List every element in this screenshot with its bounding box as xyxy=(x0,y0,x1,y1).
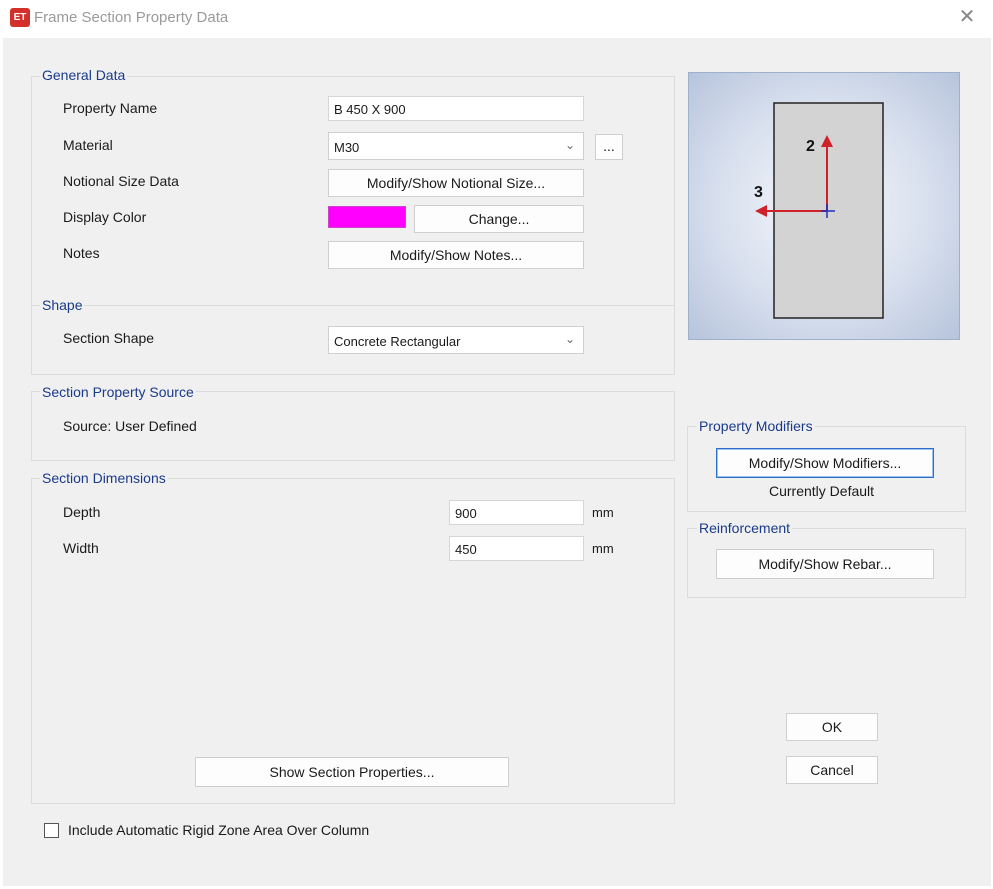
section-dimensions-group xyxy=(31,478,675,804)
width-unit: mm xyxy=(592,541,614,556)
reinforcement-legend: Reinforcement xyxy=(697,520,793,536)
ok-button[interactable]: OK xyxy=(786,713,878,741)
notional-size-label: Notional Size Data xyxy=(63,173,179,189)
depth-unit: mm xyxy=(592,505,614,520)
etabs-app-icon: ET xyxy=(10,8,30,27)
section-shape-value: Concrete Rectangular xyxy=(334,334,461,349)
width-input[interactable]: 450 xyxy=(449,536,584,561)
section-shape-label: Section Shape xyxy=(63,330,155,346)
modify-rebar-button[interactable]: Modify/Show Rebar... xyxy=(716,549,934,579)
material-more-button[interactable]: ... xyxy=(595,134,623,160)
axis-2-label: 2 xyxy=(806,138,815,155)
notes-button[interactable]: Modify/Show Notes... xyxy=(328,241,584,269)
width-label: Width xyxy=(63,540,99,556)
material-select[interactable]: M30 ⌄ xyxy=(328,132,584,160)
axis-3-arrowhead xyxy=(755,205,767,217)
chevron-down-icon: ⌄ xyxy=(564,332,575,346)
section-dimensions-legend: Section Dimensions xyxy=(40,470,168,486)
material-select-value: M30 xyxy=(334,140,360,155)
section-preview-drawing: 2 3 xyxy=(754,102,884,319)
property-name-input[interactable]: B 450 X 900 xyxy=(328,96,584,121)
dialog-body: General Data Property Name B 450 X 900 M… xyxy=(3,38,991,886)
display-color-label: Display Color xyxy=(63,209,147,225)
title-bar: ET Frame Section Property Data ✕ xyxy=(0,0,993,38)
material-label: Material xyxy=(63,137,113,153)
section-property-source-legend: Section Property Source xyxy=(40,384,196,400)
notes-label: Notes xyxy=(63,245,100,261)
section-shape-select[interactable]: Concrete Rectangular ⌄ xyxy=(328,326,584,354)
property-name-label: Property Name xyxy=(63,100,158,116)
notional-size-button[interactable]: Modify/Show Notional Size... xyxy=(328,169,584,197)
source-text: Source: User Defined xyxy=(63,418,197,434)
window-title: Frame Section Property Data xyxy=(34,9,229,26)
depth-input[interactable]: 900 xyxy=(449,500,584,525)
rigid-zone-checkbox[interactable] xyxy=(44,823,59,838)
axis-3-label: 3 xyxy=(754,184,763,201)
chevron-down-icon: ⌄ xyxy=(564,138,575,152)
display-color-swatch xyxy=(328,206,406,228)
depth-label: Depth xyxy=(63,504,101,520)
cancel-button[interactable]: Cancel xyxy=(786,756,878,784)
rigid-zone-label: Include Automatic Rigid Zone Area Over C… xyxy=(68,822,370,838)
change-color-button[interactable]: Change... xyxy=(414,205,584,233)
general-data-legend: General Data xyxy=(40,67,128,83)
section-preview: 2 3 xyxy=(688,72,960,340)
shape-legend: Shape xyxy=(40,297,85,313)
show-section-properties-button[interactable]: Show Section Properties... xyxy=(195,757,509,787)
modify-modifiers-button[interactable]: Modify/Show Modifiers... xyxy=(716,448,934,478)
modifiers-status: Currently Default xyxy=(769,483,875,499)
property-modifiers-legend: Property Modifiers xyxy=(697,418,815,434)
close-icon[interactable]: ✕ xyxy=(955,5,979,29)
